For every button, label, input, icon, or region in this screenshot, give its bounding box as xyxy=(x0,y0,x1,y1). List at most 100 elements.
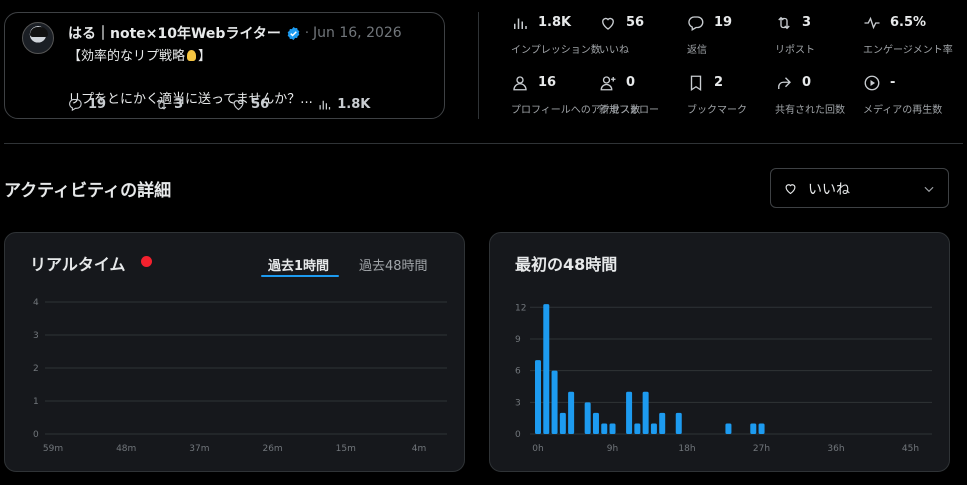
metric-item: 19 返信 xyxy=(687,14,787,56)
y-tick-label: 9 xyxy=(515,335,521,345)
x-tick-label: 9h xyxy=(607,444,618,454)
person-icon xyxy=(513,76,527,91)
y-tick-label: 0 xyxy=(33,430,39,440)
metric-item: 56 いいね xyxy=(599,14,699,56)
bar-chart-icon xyxy=(319,100,331,110)
metric-value: 2 xyxy=(714,75,724,90)
tweet-text-part: 【効率的なリプ戦略 xyxy=(68,49,186,64)
activity-title: アクティビティの詳細 xyxy=(4,181,172,201)
metric-item: 0 共有された回数 xyxy=(775,74,875,116)
chevron-down-icon xyxy=(924,186,934,193)
y-tick-label: 12 xyxy=(515,303,526,313)
metric-item: 1.8K インプレッション数 xyxy=(511,14,611,56)
bookmark-icon xyxy=(690,75,702,92)
chart-bar xyxy=(551,370,558,434)
pulse-icon xyxy=(864,16,880,30)
bar-chart-icon xyxy=(514,18,527,29)
metric-label: 返信 xyxy=(687,45,707,56)
metric-value: 6.5% xyxy=(890,15,927,30)
metric-dropdown[interactable]: いいね xyxy=(770,168,949,208)
heart-icon xyxy=(602,17,614,30)
tweet-text-part: 】 xyxy=(198,49,212,64)
vertical-divider xyxy=(478,12,479,119)
reply-icon xyxy=(688,16,704,31)
chart-bar xyxy=(535,360,541,434)
follow-icon xyxy=(600,76,616,91)
metric-item: 6.5% エンゲージメント率 xyxy=(863,14,963,56)
y-tick-label: 4 xyxy=(33,298,39,308)
realtime-chart: 0 1 2 3 4 59m 48m 37m 26m 15m 4m xyxy=(33,298,447,454)
views-action[interactable]: 1.8K xyxy=(317,97,370,112)
separator-dot: · xyxy=(304,25,310,41)
metric-label: リポスト xyxy=(775,45,815,56)
chart-bar xyxy=(559,412,566,434)
metric-value: 16 xyxy=(538,75,557,90)
first-48h-panel: 最初の48時間 0 3 6 9 12 0h 9h 18h 27h 36h 45h xyxy=(489,232,950,472)
y-tick-label: 0 xyxy=(515,430,521,440)
heart-icon xyxy=(785,184,796,195)
metric-item: 0 新規フォロー xyxy=(599,74,699,116)
chart-bar xyxy=(758,423,765,434)
retweet-icon xyxy=(156,99,167,110)
retweet-count: 3 xyxy=(174,97,184,112)
x-tick-label: 37m xyxy=(189,444,209,454)
y-tick-label: 1 xyxy=(33,397,39,407)
x-tick-label: 27h xyxy=(753,444,770,454)
x-tick-label: 26m xyxy=(262,444,282,454)
metric-label: いいね xyxy=(599,45,629,56)
chart-bar xyxy=(642,391,649,434)
chart-bar xyxy=(634,423,641,434)
x-tick-label: 45h xyxy=(902,444,919,454)
x-tick-label: 48m xyxy=(116,444,136,454)
like-count: 56 xyxy=(251,97,270,112)
y-tick-label: 6 xyxy=(515,367,521,377)
chart-bar xyxy=(568,391,575,434)
chart-bar xyxy=(609,423,616,434)
tweet-card[interactable]: はる｜note×10年Webライター · Jun 16, 2026 【効率的なリ… xyxy=(4,12,445,119)
y-tick-label: 2 xyxy=(33,364,39,374)
metric-item: - メディアの再生数 xyxy=(863,74,963,116)
metric-value: - xyxy=(890,75,896,90)
reply-icon xyxy=(69,98,82,112)
avatar[interactable] xyxy=(22,22,54,54)
chart-bar xyxy=(601,423,608,434)
reply-count: 19 xyxy=(88,97,107,112)
metric-value: 1.8K xyxy=(538,15,572,30)
chart-bar xyxy=(650,423,657,434)
metric-label: 新規フォロー xyxy=(599,105,659,116)
metric-value: 0 xyxy=(626,75,636,90)
author-name[interactable]: はる｜note×10年Webライター xyxy=(68,23,281,43)
chart-bar xyxy=(543,304,550,434)
chart-bar xyxy=(592,412,599,434)
tweet-text-line1: 【効率的なリプ戦略】 xyxy=(68,45,211,64)
verified-badge-icon xyxy=(287,26,300,40)
tweet-actions: 19 3 56 1.8K xyxy=(68,97,418,112)
view-count: 1.8K xyxy=(337,97,371,112)
lightbulb-icon xyxy=(187,50,197,61)
metric-label: エンゲージメント率 xyxy=(863,45,953,56)
metric-value: 19 xyxy=(714,15,733,30)
play-icon xyxy=(864,75,880,91)
like-action[interactable]: 56 xyxy=(231,97,269,112)
tweet-date[interactable]: Jun 16, 2026 xyxy=(313,25,402,41)
x-tick-label: 0h xyxy=(532,444,543,454)
x-tick-label: 4m xyxy=(412,444,427,454)
reply-action[interactable]: 19 xyxy=(68,97,106,112)
share-icon xyxy=(778,77,791,89)
horizontal-divider xyxy=(4,143,963,144)
chart-bar xyxy=(750,423,757,434)
x-tick-label: 36h xyxy=(827,444,844,454)
metric-label: メディアの再生数 xyxy=(863,105,943,116)
first-48h-chart: 0 3 6 9 12 0h 9h 18h 27h 36h 45h xyxy=(515,303,932,454)
metric-value: 3 xyxy=(802,15,812,30)
y-tick-label: 3 xyxy=(33,331,39,341)
retweet-action[interactable]: 3 xyxy=(154,97,183,112)
chart-bar xyxy=(626,391,633,434)
tweet-header: はる｜note×10年Webライター · Jun 16, 2026 xyxy=(68,23,402,43)
metric-item: 3 リポスト xyxy=(775,14,875,56)
metric-item: 2 ブックマーク xyxy=(687,74,787,116)
chart-bar xyxy=(675,412,682,434)
metric-label: 共有された回数 xyxy=(775,105,845,116)
chart-bar xyxy=(725,423,732,434)
x-tick-label: 18h xyxy=(678,444,695,454)
